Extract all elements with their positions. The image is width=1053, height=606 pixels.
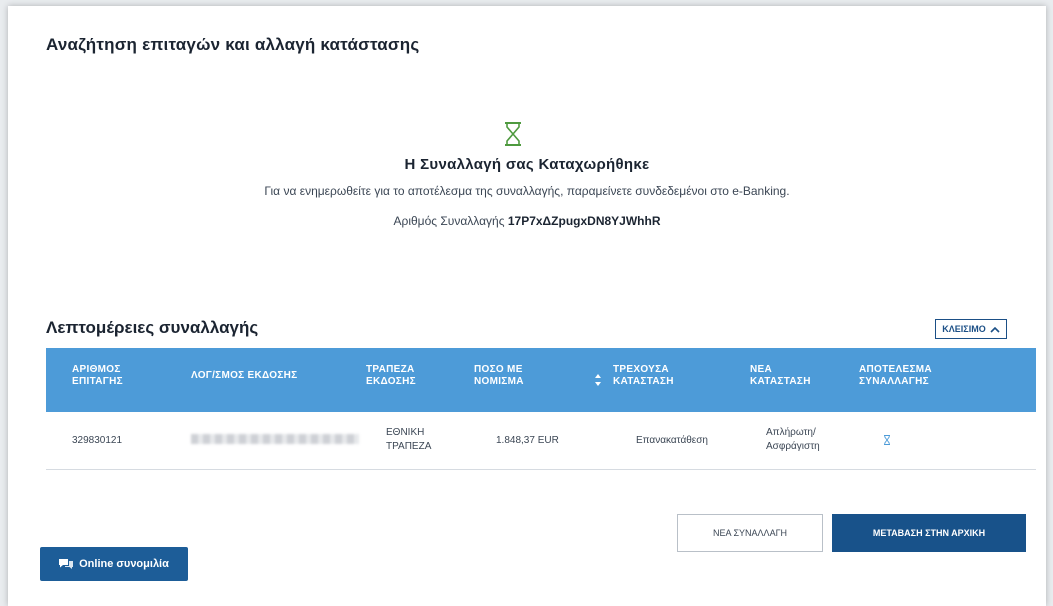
sort-icon[interactable] <box>595 374 601 386</box>
column-header-current-status[interactable]: ΤΡΕΧΟΥΣΑ ΚΑΤΑΣΤΑΣΗ <box>613 364 693 388</box>
close-details-button[interactable]: ΚΛΕΙΣΙΜΟ <box>935 319 1007 339</box>
close-details-label: ΚΛΕΙΣΙΜΟ <box>942 324 986 334</box>
transaction-number-value: 17P7xΔZpugxDN8YJWhhR <box>507 214 661 228</box>
page-title: Αναζήτηση επιταγών και αλλαγή κατάστασης <box>46 35 420 54</box>
new-transaction-button[interactable]: ΝΕΑ ΣΥΝΑΛΛΑΓΗ <box>677 514 823 552</box>
cell-cheque-number: 329830121 <box>72 435 123 446</box>
online-chat-label: Online συνομιλία <box>79 558 169 570</box>
column-header-issuer-bank[interactable]: ΤΡΑΠΕΖΑ ΕΚΔΟΣΗΣ <box>366 364 436 388</box>
cell-issuer-account-masked <box>191 434 359 444</box>
transaction-number-label: Αριθμός Συναλλαγής <box>393 214 505 228</box>
chat-icon <box>59 559 74 569</box>
column-header-cheque-number[interactable]: ΑΡΙΘΜΟΣ ΕΠΙΤΑΓΗΣ <box>72 364 142 388</box>
details-title: Λεπτομέρειες συναλλαγής <box>46 318 259 337</box>
hourglass-icon <box>505 122 521 146</box>
column-header-amount[interactable]: ΠΟΣΟ ΜΕ ΝΟΜΙΣΜΑ <box>474 364 554 388</box>
status-heading: Η Συναλλαγή σας Καταχωρήθηκε <box>404 156 650 173</box>
column-header-new-status[interactable]: ΝΕΑ ΚΑΤΑΣΤΑΣΗ <box>750 364 820 388</box>
cell-issuer-bank: ΕΘΝΙΚΗ ΤΡΑΠΕΖΑ <box>386 427 432 452</box>
column-header-issuer-account[interactable]: ΛΟΓ/ΣΜΟΣ ΕΚΔΟΣΗΣ <box>191 370 331 382</box>
table-row: 329830121 ΕΘΝΙΚΗ ΤΡΑΠΕΖΑ 1.848,37 EUR Επ… <box>46 414 1036 470</box>
status-message: Για να ενημερωθείτε για το αποτέλεσμα τη… <box>264 184 790 198</box>
column-header-result[interactable]: ΑΠΟΤΕΛΕΣΜΑ ΣΥΝΑΛΛΑΓΗΣ <box>859 364 969 388</box>
go-home-button[interactable]: ΜΕΤΑΒΑΣΗ ΣΤΗΝ ΑΡΧΙΚΗ <box>832 514 1026 552</box>
main-card: Αναζήτηση επιταγών και αλλαγή κατάστασης… <box>8 6 1046 606</box>
hourglass-icon <box>884 435 890 445</box>
chevron-up-icon <box>990 326 1000 333</box>
transaction-number: Αριθμός Συναλλαγής 17P7xΔZpugxDN8YJWhhR <box>8 214 1046 228</box>
details-table-header: ΑΡΙΘΜΟΣ ΕΠΙΤΑΓΗΣ ΛΟΓ/ΣΜΟΣ ΕΚΔΟΣΗΣ ΤΡΑΠΕΖ… <box>46 348 1036 412</box>
online-chat-button[interactable]: Online συνομιλία <box>40 547 188 581</box>
cell-current-status: Επανακατάθεση <box>636 435 708 446</box>
cell-new-status: Απλήρωτη/ Ασφράγιστη <box>766 427 820 452</box>
cell-amount: 1.848,37 EUR <box>496 435 559 446</box>
